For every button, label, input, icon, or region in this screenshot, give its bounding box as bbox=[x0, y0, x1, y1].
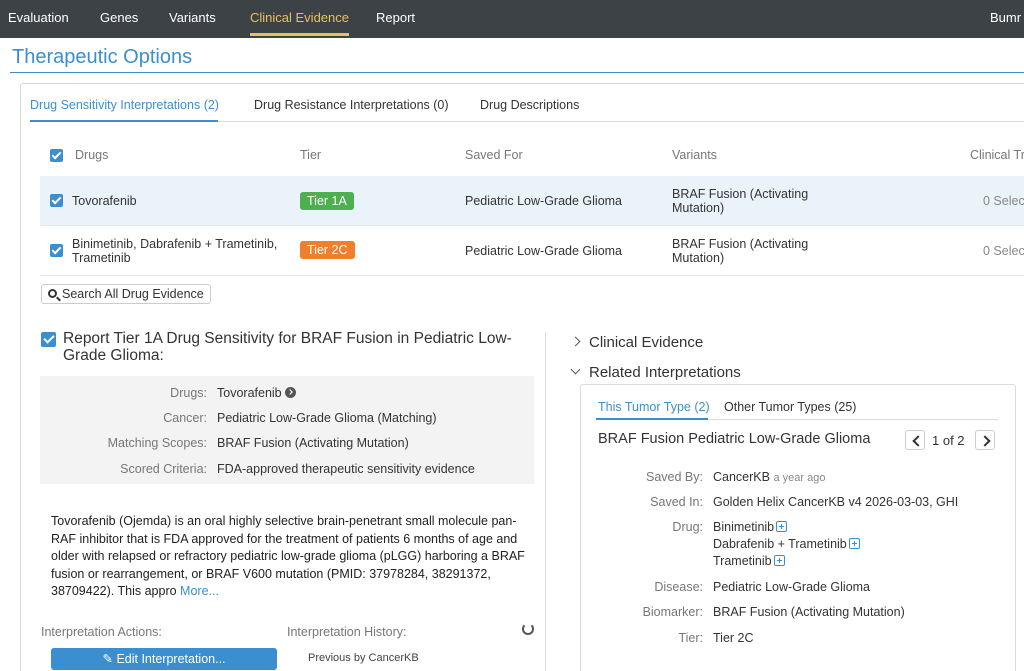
saved-by-value: CancerKB a year ago bbox=[713, 469, 825, 487]
detail-label: Matching Scopes: bbox=[107, 436, 207, 450]
drug-name: Trametinib bbox=[713, 554, 772, 568]
search-button-label: Search All Drug Evidence bbox=[62, 287, 204, 301]
plus-icon[interactable] bbox=[848, 538, 860, 549]
detail-value-cancer: Pediatric Low-Grade Glioma (Matching) bbox=[217, 411, 437, 425]
tab-bar: Drug Sensitivity Interpretations (2) Dru… bbox=[30, 91, 1024, 122]
tab-drug-descriptions[interactable]: Drug Descriptions bbox=[480, 98, 579, 112]
nav-user-menu[interactable]: Bumr bbox=[990, 0, 1021, 38]
more-link[interactable]: More... bbox=[180, 584, 219, 598]
related-tab-bar: This Tumor Type (2) Other Tumor Types (2… bbox=[596, 398, 998, 420]
clinical-trials-count[interactable]: 0 Selec bbox=[983, 244, 1024, 258]
history-entry[interactable]: Previous by CancerKB bbox=[308, 652, 419, 664]
tab-this-tumor-type[interactable]: This Tumor Type (2) bbox=[598, 400, 710, 414]
biomarker-value: BRAF Fusion (Activating Mutation) bbox=[713, 605, 905, 619]
saved-by-name: CancerKB bbox=[713, 470, 770, 484]
nav-report[interactable]: Report bbox=[376, 0, 415, 38]
row-checkbox[interactable] bbox=[50, 244, 63, 257]
saved-by-label: Saved By: bbox=[646, 470, 703, 484]
drug-link[interactable]: Tovorafenib bbox=[217, 386, 282, 400]
detail-label: Drugs: bbox=[170, 386, 207, 400]
nav-genes[interactable]: Genes bbox=[100, 0, 138, 38]
drug-name: Binimetinib bbox=[713, 520, 775, 534]
page-title: Therapeutic Options bbox=[12, 46, 193, 68]
arrow-right-circle-icon[interactable] bbox=[284, 387, 296, 398]
interpretation-details: Drugs: Tovorafenib Cancer: Pediatric Low… bbox=[40, 376, 534, 484]
variant-name: BRAF Fusion (Activating Mutation) bbox=[672, 187, 809, 215]
search-icon bbox=[48, 289, 57, 298]
drug-name: Binimetinib, Dabrafenib + Trametinib, Tr… bbox=[72, 237, 278, 265]
tier-value: Tier 2C bbox=[713, 631, 754, 645]
interpretation-actions-label: Interpretation Actions: bbox=[41, 625, 162, 639]
disease-label: Disease: bbox=[654, 580, 703, 594]
drug-label: Drug: bbox=[672, 520, 703, 534]
plus-icon[interactable] bbox=[773, 555, 785, 566]
active-tab-indicator bbox=[30, 120, 218, 122]
column-header-saved-for[interactable]: Saved For bbox=[465, 148, 523, 162]
refresh-icon[interactable] bbox=[522, 623, 534, 635]
nav-variants[interactable]: Variants bbox=[169, 0, 216, 38]
tab-drug-resistance[interactable]: Drug Resistance Interpretations (0) bbox=[254, 98, 449, 112]
nav-clinical-evidence[interactable]: Clinical Evidence bbox=[250, 0, 349, 38]
select-all-checkbox[interactable] bbox=[50, 149, 63, 162]
table-row[interactable]: Tovorafenib Tier 1A Pediatric Low-Grade … bbox=[40, 176, 1024, 226]
clinical-evidence-toggle[interactable]: Clinical Evidence bbox=[589, 334, 703, 351]
active-tab-indicator bbox=[596, 418, 708, 420]
row-checkbox[interactable] bbox=[50, 194, 63, 207]
tier-label: Tier: bbox=[678, 631, 703, 645]
pager-text: 1 of 2 bbox=[932, 433, 965, 448]
biomarker-label: Biomarker: bbox=[642, 605, 703, 619]
saved-in-label: Saved In: bbox=[650, 495, 703, 509]
tier-badge: Tier 2C bbox=[300, 241, 355, 259]
variant-name: BRAF Fusion (Activating Mutation) bbox=[672, 237, 809, 265]
detail-value-scored-criteria: FDA-approved therapeutic sensitivity evi… bbox=[217, 462, 475, 476]
report-title: Report Tier 1A Drug Sensitivity for BRAF… bbox=[63, 330, 512, 364]
interpretation-description: Tovorafenib (Ojemda) is an oral highly s… bbox=[51, 513, 531, 601]
saved-in-value: Golden Helix CancerKB v4 2026-03-03, GHI bbox=[713, 495, 959, 509]
edit-button-label: Edit Interpretation... bbox=[116, 652, 226, 666]
saved-for: Pediatric Low-Grade Glioma bbox=[465, 244, 623, 258]
drug-item: Binimetinib bbox=[713, 519, 788, 536]
report-checkbox[interactable] bbox=[41, 332, 56, 347]
column-header-drugs[interactable]: Drugs bbox=[75, 148, 108, 162]
drug-item: Dabrafenib + Trametinib bbox=[713, 536, 860, 553]
column-header-clinical-trials[interactable]: Clinical Tri bbox=[970, 148, 1024, 162]
clinical-trials-count[interactable]: 0 Selec bbox=[983, 194, 1024, 208]
interpretation-title: BRAF Fusion Pediatric Low-Grade Glioma bbox=[598, 431, 871, 447]
description-text: Tovorafenib (Ojemda) is an oral highly s… bbox=[51, 514, 525, 598]
drug-name: Dabrafenib + Trametinib bbox=[713, 537, 847, 551]
pane-divider bbox=[545, 332, 546, 671]
interpretation-history-label: Interpretation History: bbox=[287, 625, 407, 639]
plus-icon[interactable] bbox=[776, 521, 788, 532]
tab-drug-sensitivity[interactable]: Drug Sensitivity Interpretations (2) bbox=[30, 98, 219, 112]
tab-other-tumor-types[interactable]: Other Tumor Types (25) bbox=[724, 400, 856, 414]
search-all-drug-evidence-button[interactable]: Search All Drug Evidence bbox=[41, 284, 211, 304]
edit-interpretation-button[interactable]: ✎ Edit Interpretation... bbox=[51, 648, 277, 670]
detail-value-matching-scopes: BRAF Fusion (Activating Mutation) bbox=[217, 436, 409, 450]
detail-label: Scored Criteria: bbox=[120, 462, 207, 476]
drug-name: Tovorafenib bbox=[72, 194, 137, 208]
table-row[interactable]: Binimetinib, Dabrafenib + Trametinib, Tr… bbox=[40, 226, 1024, 276]
related-interpretations-panel bbox=[580, 384, 1016, 671]
detail-label: Cancer: bbox=[163, 411, 207, 425]
next-page-button[interactable] bbox=[975, 430, 995, 450]
column-header-variants[interactable]: Variants bbox=[672, 148, 717, 162]
column-header-tier[interactable]: Tier bbox=[300, 148, 321, 162]
top-nav: Evaluation Genes Variants Clinical Evide… bbox=[0, 0, 1024, 38]
detail-value-drugs[interactable]: Tovorafenib bbox=[217, 386, 296, 400]
pencil-icon: ✎ bbox=[102, 652, 113, 666]
nav-evaluation[interactable]: Evaluation bbox=[8, 0, 69, 38]
disease-value: Pediatric Low-Grade Glioma bbox=[713, 580, 871, 594]
saved-by-time: a year ago bbox=[773, 472, 826, 484]
related-interpretations-toggle[interactable]: Related Interpretations bbox=[589, 364, 741, 381]
tier-badge: Tier 1A bbox=[300, 192, 354, 210]
saved-for: Pediatric Low-Grade Glioma bbox=[465, 194, 623, 208]
previous-page-button[interactable] bbox=[905, 430, 925, 450]
drug-item: Trametinib bbox=[713, 553, 785, 570]
title-divider bbox=[10, 72, 1024, 73]
